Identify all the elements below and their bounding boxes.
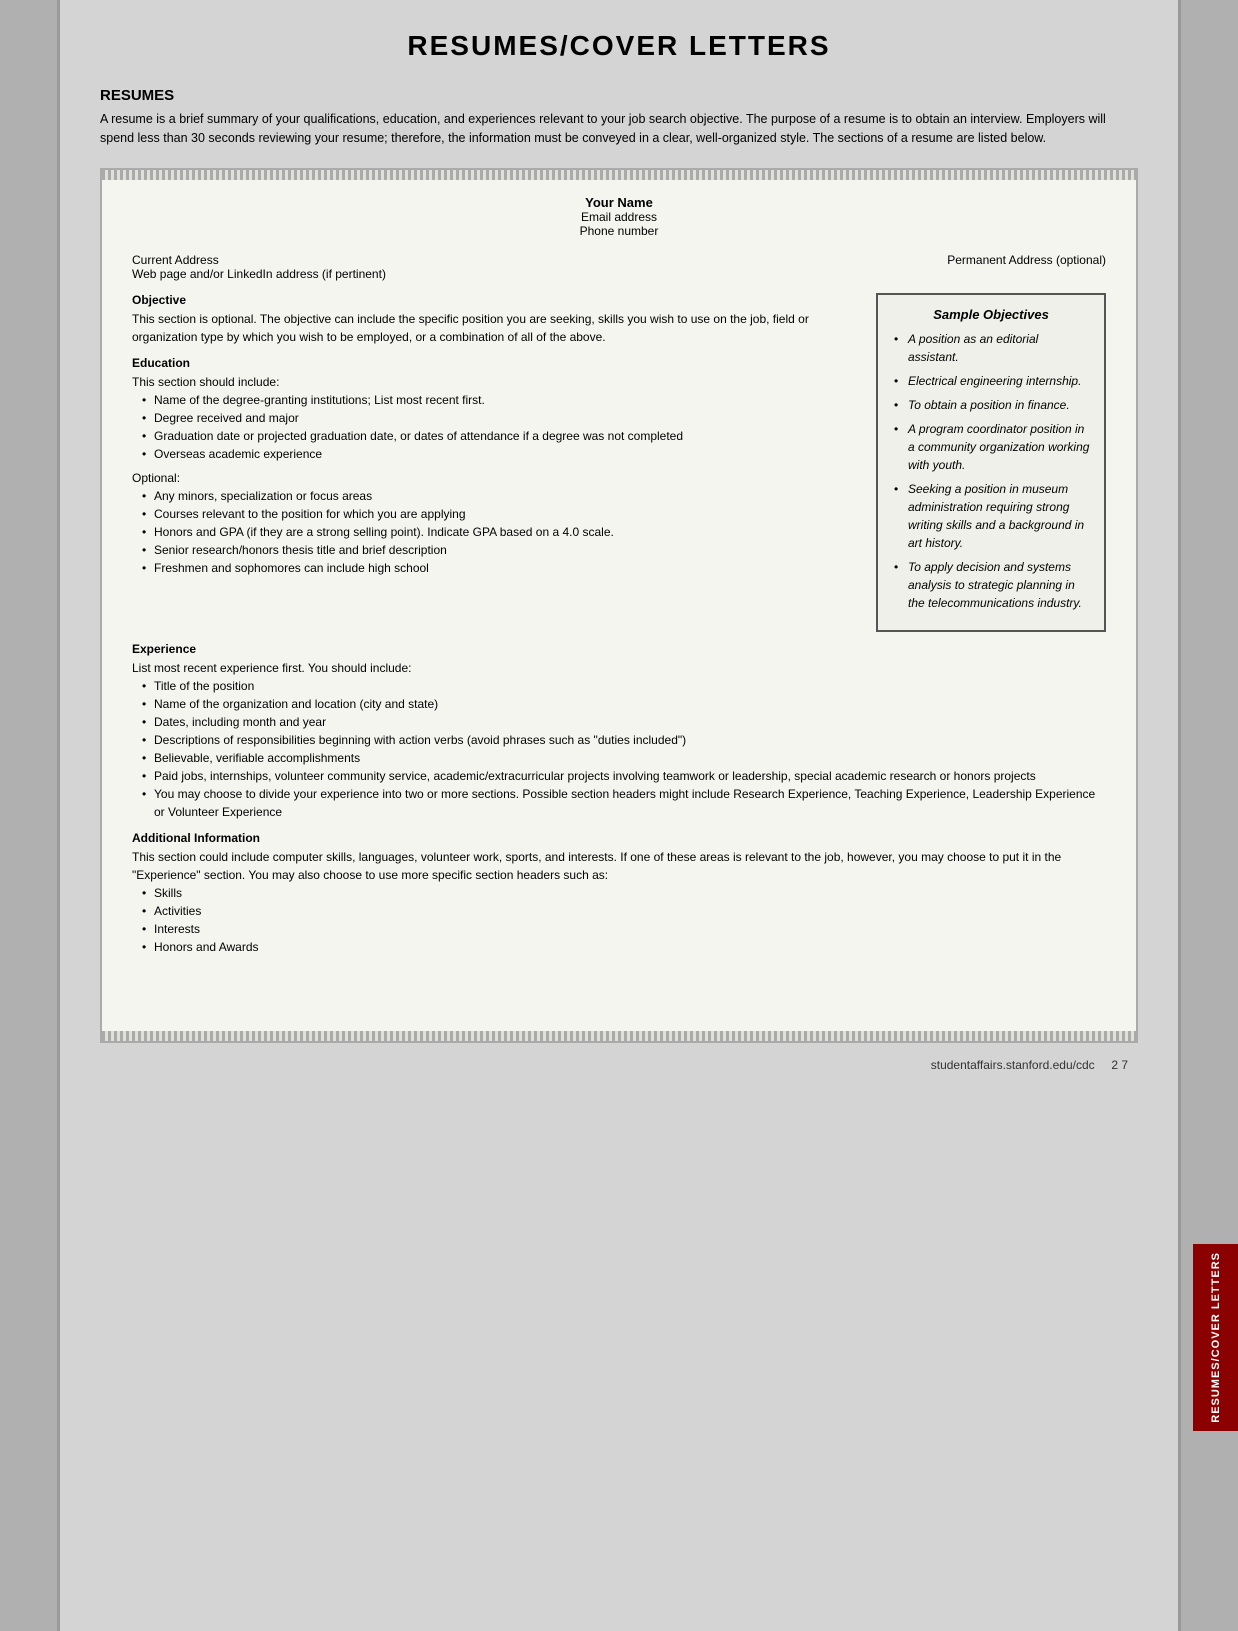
- education-bullet-4: Overseas academic experience: [142, 445, 861, 463]
- edu-opt-bullet-3: Honors and GPA (if they are a strong sel…: [142, 523, 861, 541]
- experience-bullets: Title of the position Name of the organi…: [132, 677, 1106, 821]
- edu-opt-bullet-4: Senior research/honors thesis title and …: [142, 541, 861, 559]
- additional-text: This section could include computer skil…: [132, 848, 1106, 884]
- education-bullet-3: Graduation date or projected graduation …: [142, 427, 861, 445]
- footer-page: 2 7: [1111, 1058, 1128, 1072]
- exp-bullet-3: Dates, including month and year: [142, 713, 1106, 731]
- education-optional-bullets: Any minors, specialization or focus area…: [132, 487, 861, 577]
- current-address-label: Current Address: [132, 253, 386, 267]
- footer-url: studentaffairs.stanford.edu/cdc: [931, 1058, 1095, 1072]
- exp-bullet-1: Title of the position: [142, 677, 1106, 695]
- education-optional-label: Optional:: [132, 469, 861, 487]
- page-footer: studentaffairs.stanford.edu/cdc 2 7: [100, 1058, 1138, 1072]
- add-bullet-1: Skills: [142, 884, 1106, 902]
- obj-item-3: To obtain a position in finance.: [892, 396, 1090, 414]
- resume-left-col: Objective This section is optional. The …: [132, 293, 861, 632]
- resume-email: Email address: [132, 210, 1106, 224]
- sample-objectives-title: Sample Objectives: [892, 307, 1090, 322]
- objective-title: Objective: [132, 293, 861, 307]
- sample-objectives-col: Sample Objectives A position as an edito…: [876, 293, 1106, 632]
- box-bottom-strip: [102, 1031, 1136, 1041]
- left-border: [0, 0, 60, 1631]
- edu-opt-bullet-2: Courses relevant to the position for whi…: [142, 505, 861, 523]
- experience-intro: List most recent experience first. You s…: [132, 659, 1106, 677]
- main-content: RESUMES/COVER LETTERS RESUMES A resume i…: [60, 0, 1178, 1631]
- obj-item-5: Seeking a position in museum administrat…: [892, 480, 1090, 552]
- edu-opt-bullet-5: Freshmen and sophomores can include high…: [142, 559, 861, 577]
- additional-bullets: Skills Activities Interests Honors and A…: [132, 884, 1106, 956]
- edu-opt-bullet-1: Any minors, specialization or focus area…: [142, 487, 861, 505]
- exp-bullet-7: You may choose to divide your experience…: [142, 785, 1106, 821]
- box-top-strip: [102, 170, 1136, 180]
- obj-item-6: To apply decision and systems analysis t…: [892, 558, 1090, 612]
- obj-item-1: A position as an editorial assistant.: [892, 330, 1090, 366]
- sample-objectives-box: Sample Objectives A position as an edito…: [876, 293, 1106, 632]
- resume-header: Your Name Email address Phone number: [132, 195, 1106, 238]
- additional-section: Additional Information This section coul…: [132, 831, 1106, 956]
- sample-objectives-list: A position as an editorial assistant. El…: [892, 330, 1090, 612]
- vertical-label: RESUMES/COVER LETTERS: [1210, 1252, 1222, 1423]
- add-bullet-3: Interests: [142, 920, 1106, 938]
- obj-item-4: A program coordinator position in a comm…: [892, 420, 1090, 474]
- additional-title: Additional Information: [132, 831, 1106, 845]
- exp-bullet-5: Believable, verifiable accomplishments: [142, 749, 1106, 767]
- objective-text: This section is optional. The objective …: [132, 310, 861, 346]
- resumes-intro: A resume is a brief summary of your qual…: [100, 110, 1138, 148]
- resume-box: Your Name Email address Phone number Cur…: [100, 168, 1138, 1043]
- objective-section: Objective This section is optional. The …: [132, 293, 861, 346]
- exp-bullet-6: Paid jobs, internships, volunteer commun…: [142, 767, 1106, 785]
- resumes-heading: RESUMES: [100, 87, 1138, 104]
- education-bullet-2: Degree received and major: [142, 409, 861, 427]
- resume-phone: Phone number: [132, 224, 1106, 238]
- obj-item-2: Electrical engineering internship.: [892, 372, 1090, 390]
- education-intro: This section should include:: [132, 373, 861, 391]
- permanent-address: Permanent Address (optional): [947, 253, 1106, 281]
- add-bullet-2: Activities: [142, 902, 1106, 920]
- resume-name: Your Name: [132, 195, 1106, 210]
- web-address: Web page and/or LinkedIn address (if per…: [132, 267, 386, 281]
- education-bullets: Name of the degree-granting institutions…: [132, 391, 861, 463]
- education-bullet-1: Name of the degree-granting institutions…: [142, 391, 861, 409]
- resume-body: Objective This section is optional. The …: [132, 293, 1106, 632]
- add-bullet-4: Honors and Awards: [142, 938, 1106, 956]
- experience-section: Experience List most recent experience f…: [132, 642, 1106, 821]
- page-title: RESUMES/COVER LETTERS: [100, 30, 1138, 62]
- exp-bullet-4: Descriptions of responsibilities beginni…: [142, 731, 1106, 749]
- education-title: Education: [132, 356, 861, 370]
- right-border: RESUMES/COVER LETTERS: [1178, 0, 1238, 1631]
- vertical-label-container: RESUMES/COVER LETTERS: [1193, 1244, 1238, 1431]
- resume-address-row: Current Address Web page and/or LinkedIn…: [132, 253, 1106, 281]
- experience-title: Experience: [132, 642, 1106, 656]
- education-section: Education This section should include: N…: [132, 356, 861, 577]
- resumes-section: RESUMES A resume is a brief summary of y…: [100, 87, 1138, 148]
- exp-bullet-2: Name of the organization and location (c…: [142, 695, 1106, 713]
- resume-address-left: Current Address Web page and/or LinkedIn…: [132, 253, 386, 281]
